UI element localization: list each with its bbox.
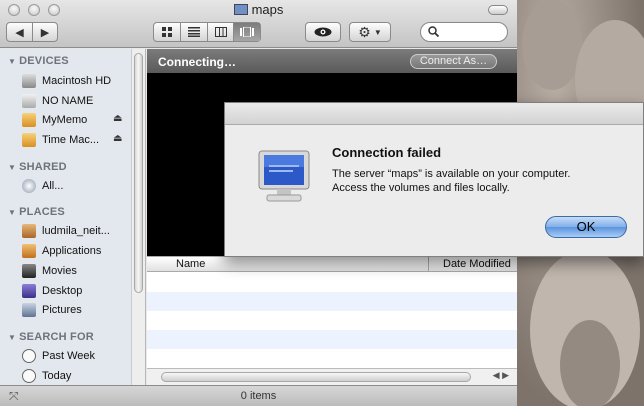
list-row bbox=[147, 349, 517, 368]
horizontal-scrollbar[interactable]: ◀ ▶ bbox=[147, 368, 517, 385]
item-count: 0 items bbox=[240, 390, 277, 402]
disclosure-triangle-icon: ▼ bbox=[8, 163, 17, 172]
chevron-down-icon: ▼ bbox=[373, 27, 382, 37]
desktop-rock bbox=[522, 0, 582, 90]
list-row bbox=[147, 273, 517, 292]
movies-icon bbox=[22, 264, 36, 278]
back-forward-group: ◀ ▶ bbox=[6, 22, 58, 42]
column-view-button[interactable] bbox=[206, 23, 234, 41]
toolbar-toggle-button[interactable] bbox=[488, 5, 508, 15]
desktop-rock bbox=[560, 320, 620, 406]
applications-icon bbox=[22, 244, 36, 258]
icon-view-button[interactable] bbox=[154, 23, 180, 41]
column-view-icon bbox=[214, 27, 227, 37]
desktop-icon bbox=[22, 284, 36, 298]
title-bar: maps ◀ ▶ ⚙ ▼ bbox=[0, 0, 517, 48]
coverflow-view-icon bbox=[240, 27, 255, 37]
sidebar-item-all[interactable]: All... bbox=[22, 177, 63, 195]
connection-bar: Connecting… Connect As… bbox=[147, 49, 517, 73]
list-view-icon bbox=[188, 27, 201, 37]
hard-disk-icon bbox=[22, 74, 36, 88]
disclosure-triangle-icon: ▼ bbox=[8, 57, 17, 66]
clock-icon bbox=[22, 369, 36, 383]
sidebar-header-places[interactable]: ▼ PLACES bbox=[8, 206, 65, 218]
list-view-button[interactable] bbox=[180, 23, 207, 41]
dialog-message: Access the volumes and files locally. bbox=[332, 182, 510, 194]
ok-button[interactable]: OK bbox=[545, 216, 627, 238]
column-name-header[interactable]: Name bbox=[176, 258, 205, 270]
sidebar-header-search-for[interactable]: ▼ SEARCH FOR bbox=[8, 331, 94, 343]
list-row bbox=[147, 311, 517, 330]
search-icon bbox=[428, 26, 440, 40]
sidebar-item-pictures[interactable]: Pictures bbox=[22, 301, 82, 319]
eye-icon bbox=[314, 27, 332, 37]
connecting-label: Connecting… bbox=[158, 55, 236, 69]
view-mode-group bbox=[153, 22, 261, 42]
pictures-icon bbox=[22, 303, 36, 317]
server-folder-icon bbox=[233, 4, 248, 15]
back-button[interactable]: ◀ bbox=[7, 23, 32, 41]
connection-failed-dialog: Connection failed The server “maps” is a… bbox=[224, 102, 644, 257]
sidebar-item-mymemo[interactable]: MyMemo bbox=[22, 111, 87, 129]
network-icon bbox=[22, 179, 36, 193]
quick-look-button[interactable] bbox=[305, 22, 341, 42]
usb-drive-icon bbox=[22, 133, 36, 147]
sidebar-header-devices[interactable]: ▼ DEVICES bbox=[8, 55, 69, 67]
disclosure-triangle-icon: ▼ bbox=[8, 333, 17, 342]
scroll-arrows-icon[interactable]: ◀ ▶ bbox=[493, 370, 509, 381]
drive-icon bbox=[22, 94, 36, 108]
list-row bbox=[147, 330, 517, 349]
status-bar: ⤧ 0 items bbox=[0, 385, 517, 406]
sidebar-scrollbar[interactable] bbox=[131, 49, 145, 385]
sidebar: ▼ DEVICES Macintosh HD NO NAME MyMemo ⏏ T… bbox=[0, 49, 146, 385]
sidebar-item-time-machine[interactable]: Time Mac... bbox=[22, 131, 99, 149]
sidebar-item-no-name[interactable]: NO NAME bbox=[22, 92, 93, 110]
computer-icon bbox=[258, 150, 310, 202]
coverflow-view-button[interactable] bbox=[233, 23, 260, 41]
disclosure-triangle-icon: ▼ bbox=[8, 208, 17, 217]
sidebar-item-macintosh-hd[interactable]: Macintosh HD bbox=[22, 72, 111, 90]
usb-drive-icon bbox=[22, 113, 36, 127]
sidebar-item-desktop[interactable]: Desktop bbox=[22, 282, 82, 300]
forward-button[interactable]: ▶ bbox=[31, 23, 57, 41]
clock-icon bbox=[22, 349, 36, 363]
dialog-title: Connection failed bbox=[332, 145, 442, 160]
window-title-text: maps bbox=[251, 2, 284, 17]
sidebar-item-today[interactable]: Today bbox=[22, 367, 71, 385]
window-title: maps bbox=[0, 2, 517, 17]
search-input[interactable] bbox=[420, 22, 508, 42]
sidebar-item-past-week[interactable]: Past Week bbox=[22, 347, 95, 365]
connect-as-button[interactable]: Connect As… bbox=[410, 54, 497, 69]
sidebar-item-applications[interactable]: Applications bbox=[22, 242, 101, 260]
home-icon bbox=[22, 224, 36, 238]
back-arrow-icon: ◀ bbox=[15, 26, 24, 39]
action-menu-button[interactable]: ⚙ ▼ bbox=[349, 22, 391, 42]
sidebar-item-movies[interactable]: Movies bbox=[22, 262, 77, 280]
column-date-header[interactable]: Date Modified bbox=[428, 257, 511, 272]
gear-icon: ⚙ bbox=[358, 23, 371, 40]
forward-arrow-icon: ▶ bbox=[40, 26, 50, 39]
list-row bbox=[147, 292, 517, 311]
column-header: Name Date Modified bbox=[147, 256, 517, 272]
scrollbar-thumb[interactable] bbox=[134, 53, 143, 293]
eject-icon[interactable]: ⏏ bbox=[113, 113, 122, 124]
icon-view-icon bbox=[161, 26, 172, 37]
eject-icon[interactable]: ⏏ bbox=[113, 133, 122, 144]
sidebar-header-shared[interactable]: ▼ SHARED bbox=[8, 161, 67, 173]
dialog-title-bar bbox=[225, 103, 643, 125]
dialog-message: The server “maps” is available on your c… bbox=[332, 168, 571, 180]
scrollbar-thumb[interactable] bbox=[161, 372, 471, 382]
sidebar-item-home[interactable]: ludmila_neit... bbox=[22, 222, 110, 240]
